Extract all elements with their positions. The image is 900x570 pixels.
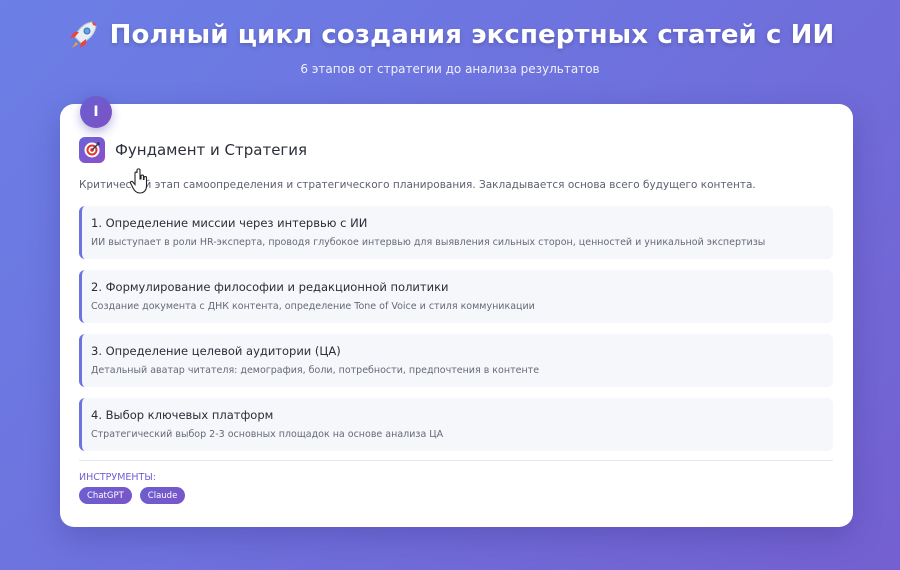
divider: [79, 460, 833, 461]
stage-header: Фундамент и Стратегия: [79, 137, 307, 163]
stage-card: I Фундамент и Стратегия Критический этап…: [60, 96, 853, 527]
step-text: ИИ выступает в роли HR-эксперта, проводя…: [91, 237, 766, 248]
stage-description: Критический этап самоопределения и страт…: [79, 179, 756, 191]
rocket-icon: [69, 21, 97, 48]
step-title: 1. Определение миссии через интервью с И…: [91, 216, 368, 230]
step-text: Детальный аватар читателя: демография, б…: [91, 365, 540, 376]
steps-list: 1. Определение миссии через интервью с И…: [79, 206, 833, 462]
page-subtitle: 6 этапов от стратегии до анализа результ…: [300, 62, 600, 76]
target-icon: [79, 137, 105, 163]
hand-cursor-icon: [129, 168, 148, 194]
stage-number-badge: I: [80, 96, 112, 128]
step-title: 4. Выбор ключевых платформ: [91, 408, 274, 422]
tool-tag-claude[interactable]: Claude: [139, 487, 186, 504]
list-item: 4. Выбор ключевых платформ Стратегически…: [79, 398, 833, 451]
title-row: Полный цикл создания экспертных статей с…: [0, 18, 900, 52]
stage-title: Фундамент и Стратегия: [115, 141, 308, 159]
list-item: 1. Определение миссии через интервью с И…: [79, 206, 833, 259]
step-text: Создание документа с ДНК контента, опред…: [91, 301, 535, 312]
list-item: 3. Определение целевой аудитории (ЦА) Де…: [79, 334, 833, 387]
list-item: 2. Формулирование философии и редакционн…: [79, 270, 833, 323]
tools-label: ИНСТРУМЕНТЫ:: [79, 472, 156, 483]
tools-list: ChatGPT Claude: [79, 487, 186, 504]
page-title: Полный цикл создания экспертных статей с…: [109, 20, 835, 50]
page-header: Полный цикл создания экспертных статей с…: [0, 18, 900, 76]
step-text: Стратегический выбор 2-3 основных площад…: [91, 429, 444, 440]
step-title: 2. Формулирование философии и редакционн…: [91, 280, 449, 294]
step-title: 3. Определение целевой аудитории (ЦА): [91, 344, 341, 358]
tool-tag-chatgpt[interactable]: ChatGPT: [79, 487, 132, 504]
